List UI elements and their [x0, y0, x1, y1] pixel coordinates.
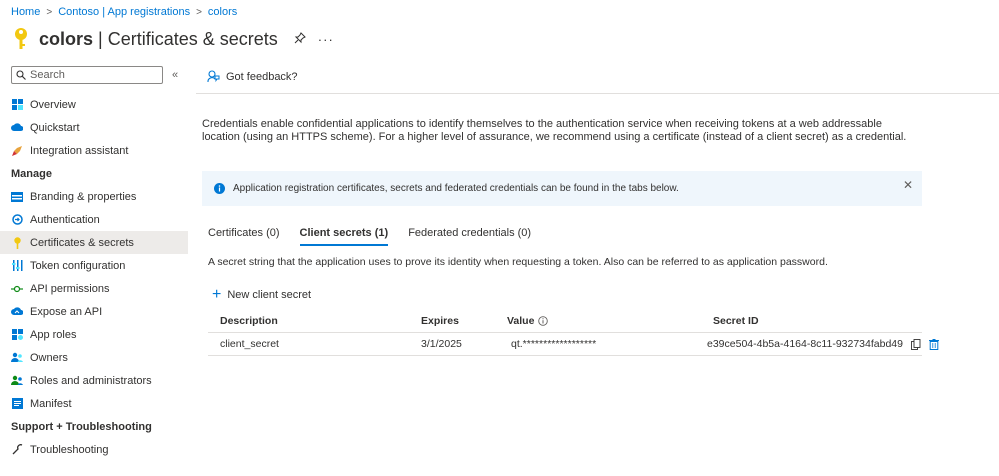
key-icon — [15, 28, 27, 49]
app-roles-icon — [11, 329, 23, 341]
info-bar-text: Application registration certificates, s… — [233, 183, 679, 194]
sidebar-item-label: Troubleshooting — [30, 443, 109, 456]
column-header-description: Description — [220, 315, 278, 327]
roles-icon — [11, 375, 23, 387]
credentials-description: Credentials enable confidential applicat… — [202, 118, 907, 143]
sidebar: « Overview Quickstart Integration assist… — [0, 66, 188, 461]
page-title: colors | Certificates & secrets — [39, 28, 278, 49]
sidebar-item-expose-an-api[interactable]: Expose an API — [0, 300, 188, 323]
overview-icon — [11, 99, 23, 111]
tab-federated-credentials[interactable]: Federated credentials (0) — [408, 227, 531, 246]
delete-icon[interactable] — [928, 338, 939, 350]
column-header-expires: Expires — [421, 315, 459, 327]
branding-icon — [11, 191, 23, 203]
sidebar-item-label: Overview — [30, 98, 76, 111]
pin-icon[interactable] — [294, 31, 306, 47]
secret-id-cell: e39ce504-4b5a-4164-8c11-932734fabd49 — [707, 338, 939, 350]
manifest-icon — [11, 398, 23, 410]
toolbar-divider — [196, 93, 999, 94]
sidebar-item-branding[interactable]: Branding & properties — [0, 185, 188, 208]
section-heading-support: Support + Troubleshooting — [11, 420, 152, 433]
table-row: client_secret 3/1/2025 qt.**************… — [208, 333, 939, 356]
api-permissions-icon — [11, 283, 23, 295]
search-box — [11, 66, 163, 84]
sidebar-item-label: Manifest — [30, 397, 72, 410]
sidebar-item-integration-assistant[interactable]: Integration assistant — [0, 139, 188, 162]
sidebar-item-label: Authentication — [30, 213, 100, 226]
plus-icon: + — [212, 286, 222, 303]
sidebar-item-label: Token configuration — [30, 259, 126, 272]
search-icon — [16, 70, 26, 80]
sidebar-item-authentication[interactable]: Authentication — [0, 208, 188, 231]
copy-icon[interactable] — [911, 338, 921, 350]
key-icon — [11, 236, 23, 249]
new-client-secret-label: New client secret — [227, 289, 312, 301]
breadcrumb-separator: > — [46, 6, 53, 18]
sidebar-item-troubleshooting[interactable]: Troubleshooting — [0, 438, 188, 461]
sidebar-item-token-configuration[interactable]: Token configuration — [0, 254, 188, 277]
search-input[interactable] — [30, 69, 150, 81]
cloud-icon — [11, 306, 23, 318]
sidebar-item-label: App roles — [30, 328, 77, 341]
sidebar-item-label: Owners — [30, 351, 68, 364]
section-heading-manage: Manage — [11, 167, 52, 180]
sidebar-item-manifest[interactable]: Manifest — [0, 392, 188, 415]
feedback-button[interactable]: Got feedback? — [207, 70, 298, 83]
authentication-icon — [11, 214, 23, 226]
feedback-icon — [207, 70, 220, 83]
secret-expires: 3/1/2025 — [421, 338, 462, 350]
client-secrets-description: A secret string that the application use… — [208, 256, 828, 268]
tab-certificates[interactable]: Certificates (0) — [208, 227, 280, 246]
page-header: colors | Certificates & secrets ··· — [11, 26, 334, 52]
sidebar-item-app-roles[interactable]: App roles — [0, 323, 188, 346]
sidebar-item-owners[interactable]: Owners — [0, 346, 188, 369]
sidebar-item-label: Branding & properties — [30, 190, 137, 203]
sidebar-item-label: Expose an API — [30, 305, 103, 318]
column-header-value: Value — [507, 315, 549, 327]
breadcrumb-home[interactable]: Home — [11, 6, 40, 18]
new-client-secret-button[interactable]: + New client secret — [212, 286, 312, 303]
info-icon[interactable] — [538, 316, 549, 326]
wrench-icon — [11, 444, 23, 456]
token-icon — [11, 260, 23, 272]
breadcrumb-app-registrations[interactable]: Contoso | App registrations — [58, 6, 190, 18]
feedback-label: Got feedback? — [226, 70, 298, 83]
breadcrumb: Home > Contoso | App registrations > col… — [11, 6, 237, 18]
sidebar-item-overview[interactable]: Overview — [0, 93, 188, 116]
sidebar-item-label: Roles and administrators — [30, 374, 152, 387]
credential-tabs: Certificates (0) Client secrets (1) Fede… — [208, 227, 531, 246]
rocket-icon — [11, 145, 23, 157]
secret-value: qt.****************** — [511, 338, 597, 350]
secret-id: e39ce504-4b5a-4164-8c11-932734fabd49 — [707, 338, 903, 350]
quickstart-icon — [11, 122, 23, 134]
sidebar-item-roles-and-administrators[interactable]: Roles and administrators — [0, 369, 188, 392]
breadcrumb-colors[interactable]: colors — [208, 6, 237, 18]
info-bar: Application registration certificates, s… — [202, 171, 922, 206]
sidebar-item-label: Integration assistant — [30, 144, 129, 157]
close-icon[interactable]: ✕ — [903, 178, 913, 192]
breadcrumb-separator: > — [196, 6, 202, 18]
sidebar-item-label: API permissions — [30, 282, 110, 295]
column-header-secret-id: Secret ID — [713, 315, 759, 327]
sidebar-item-certificates-secrets[interactable]: Certificates & secrets — [0, 231, 188, 254]
info-icon — [214, 183, 225, 194]
table-header: Description Expires Value Secret ID — [208, 310, 922, 333]
more-options-button[interactable]: ··· — [318, 32, 334, 47]
collapse-sidebar-button[interactable]: « — [172, 69, 178, 81]
tab-client-secrets[interactable]: Client secrets (1) — [299, 227, 389, 246]
owners-icon — [11, 352, 23, 364]
secret-description: client_secret — [220, 338, 279, 350]
sidebar-item-quickstart[interactable]: Quickstart — [0, 116, 188, 139]
sidebar-item-label: Quickstart — [30, 121, 80, 134]
sidebar-item-api-permissions[interactable]: API permissions — [0, 277, 188, 300]
sidebar-item-label: Certificates & secrets — [30, 236, 134, 249]
column-header-value-label: Value — [507, 315, 535, 327]
client-secrets-table: Description Expires Value Secret ID clie… — [208, 310, 939, 356]
